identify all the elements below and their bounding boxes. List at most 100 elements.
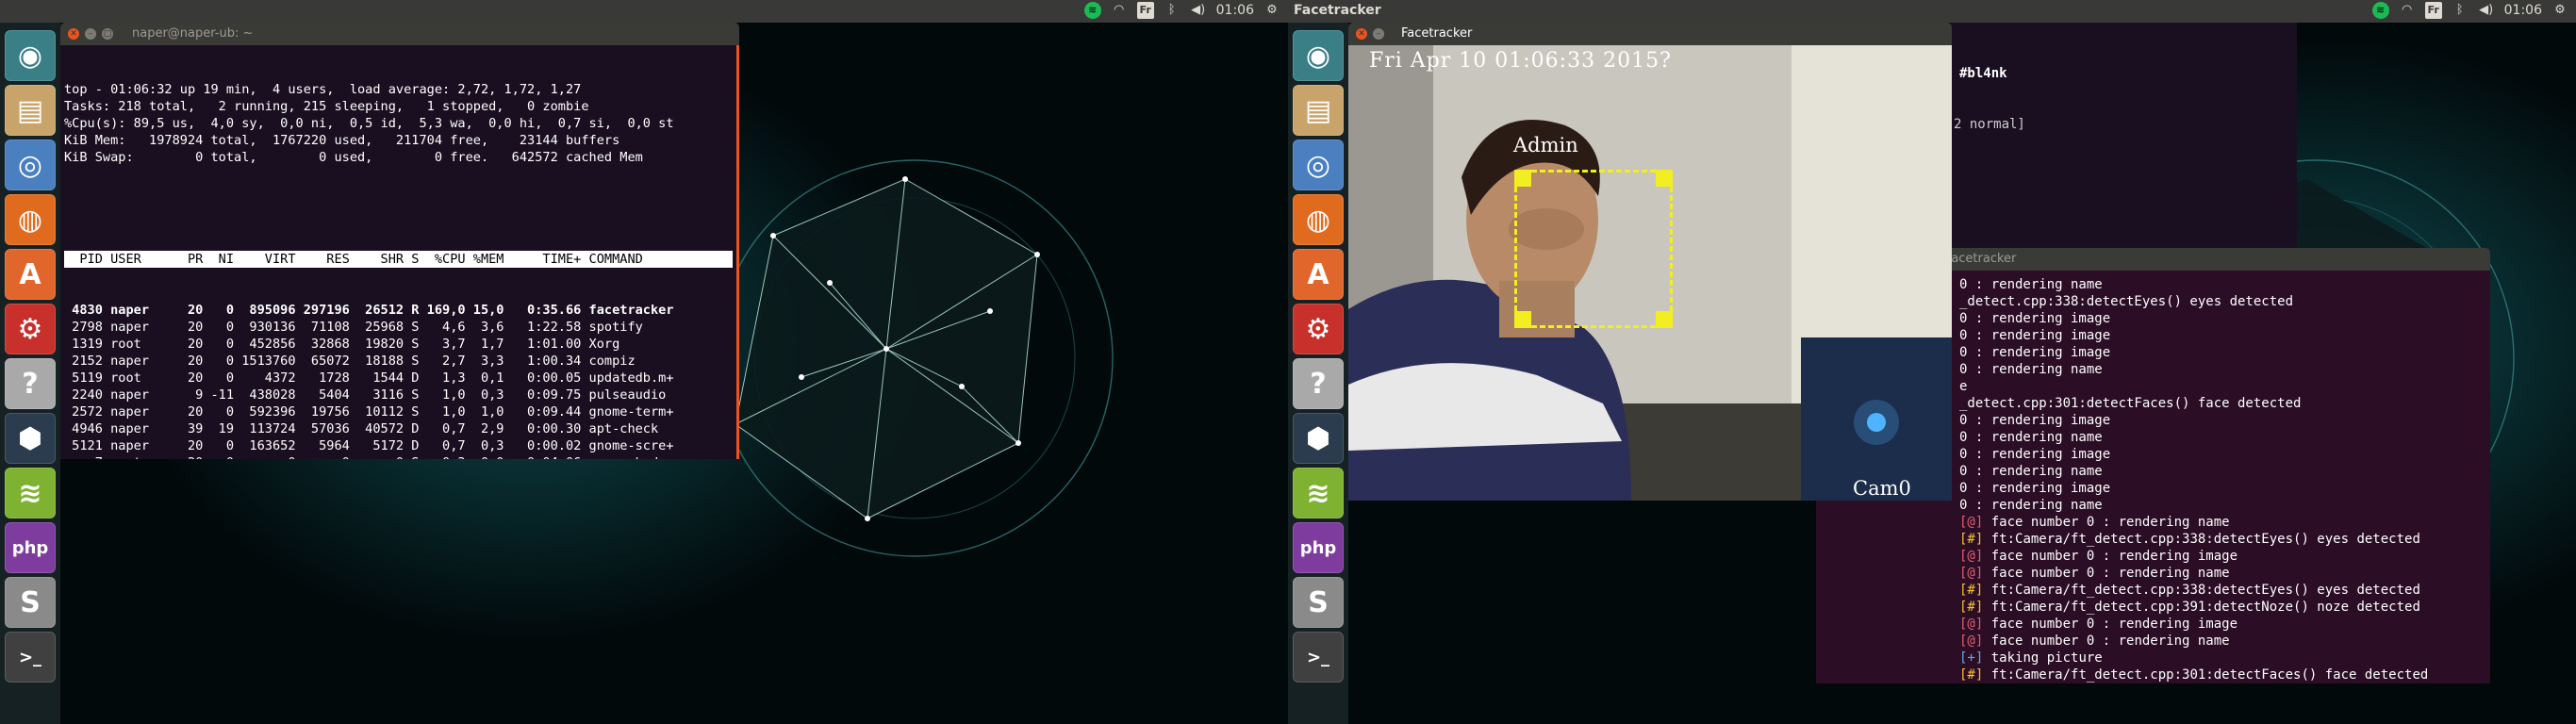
minimize-button-icon[interactable]: –	[1373, 28, 1384, 40]
log-text: face number 0 : rendering name	[1983, 515, 2230, 530]
log-line: [@] face number 0 : rendering name	[1959, 633, 2483, 650]
log-line: [@] face number 0 : rendering image	[1959, 616, 2483, 633]
log-text: _detect.cpp:301:detectFaces() face detec…	[1959, 396, 2302, 411]
top-panel: Facetracker ≋ ◠ Fr ᛒ ◀) 01:06 ⚙	[1288, 0, 2576, 23]
launcher-chromium-icon[interactable]: ◎	[5, 140, 56, 190]
log-text: 0 : rendering image	[1959, 328, 2111, 343]
unity-launcher: ◉ ▤ ◎ ◍ A ⚙? ⬢ ≋ php S >_	[1288, 23, 1348, 724]
volume-icon[interactable]: ◀)	[1190, 2, 1207, 19]
log-line: 0 : rendering name	[1959, 361, 2483, 378]
log-line: 0 : rendering image	[1959, 412, 2483, 429]
launcher-spotify-icon[interactable]: ≋	[5, 468, 56, 518]
launcher-phpstorm-icon[interactable]: php	[5, 522, 56, 573]
log-text: e	[1959, 379, 1968, 394]
launcher-terminal-icon[interactable]: >_	[5, 632, 56, 683]
launcher-files-icon[interactable]: ▤	[5, 85, 56, 136]
wifi-icon[interactable]: ◠	[1111, 2, 1128, 19]
log-prefix: [+]	[1959, 650, 1984, 666]
process-row: 5121 naper 20 0 163652 5964 5172 D 0,7 0…	[64, 438, 674, 453]
top-summary-line: %Cpu(s): 89,5 us, 4,0 sy, 0,0 ni, 0,5 id…	[64, 116, 674, 131]
spotify-icon[interactable]: ≋	[1083, 2, 1101, 19]
indicator-area: ≋ ◠ Fr ᛒ ◀) 01:06 ⚙	[2371, 2, 2568, 19]
facetracker-titlebar[interactable]: ✕ – Facetracker	[1348, 23, 1952, 45]
left-screen: ≋ ◠ Fr ᛒ ◀) 01:06 ⚙ ◉ ▤ ◎ ◍ A ⚙? ⬢ ≋ php S >_ ✕ – …	[0, 0, 1288, 724]
keyboard-layout-indicator[interactable]: Fr	[1136, 2, 1154, 19]
window-title: naper@naper-ub: ~	[132, 26, 254, 41]
process-row: 5119 root 20 0 4372 1728 1544 D 1,3 0,1 …	[64, 370, 674, 386]
launcher-firefox-icon[interactable]: ◍	[5, 194, 56, 245]
bluetooth-icon[interactable]: ᛒ	[1164, 2, 1181, 19]
close-button-icon[interactable]: ✕	[68, 28, 79, 40]
channel-tag: #bl4nk	[1959, 66, 2007, 81]
wifi-icon[interactable]: ◠	[2399, 2, 2416, 19]
unity-launcher: ◉ ▤ ◎ ◍ A ⚙? ⬢ ≋ php S >_	[0, 23, 60, 724]
log-text: face number 0 : rendering image	[1983, 549, 2238, 564]
launcher-system-settings-icon[interactable]: ⚙	[1293, 304, 1344, 354]
keyboard-layout-indicator[interactable]: Fr	[2424, 2, 2442, 19]
log-line: [+] taking picture	[1959, 650, 2483, 666]
minimize-button-icon[interactable]: –	[85, 28, 96, 40]
launcher-unknown-app-icon[interactable]: ?	[1293, 358, 1344, 409]
log-text: 0 : rendering name	[1959, 277, 2103, 292]
log-line: 0 : rendering name	[1959, 463, 2483, 480]
log-line: 0 : rendering image	[1959, 310, 2483, 327]
launcher-terminal-icon[interactable]: >_	[1293, 632, 1344, 683]
top-panel: ≋ ◠ Fr ᛒ ◀) 01:06 ⚙	[0, 0, 1288, 23]
log-text: ft:Camera/ft_detect.cpp:301:detectFaces(…	[1983, 667, 2429, 683]
spotify-icon[interactable]: ≋	[2371, 2, 2389, 19]
log-prefix: [#]	[1959, 532, 1984, 547]
bluetooth-icon[interactable]: ᛒ	[2452, 2, 2469, 19]
status-text: 2 normal]	[1954, 117, 2025, 132]
window-title: Facetracker	[1401, 26, 1473, 41]
launcher-firefox-icon[interactable]: ◍	[1293, 194, 1344, 245]
launcher-sublime-text-icon[interactable]: S	[1293, 577, 1344, 628]
launcher-spotify-icon[interactable]: ≋	[1293, 468, 1344, 518]
log-text: 0 : rendering image	[1959, 413, 2111, 428]
log-line: [#] ft:Camera/ft_detect.cpp:391:detectNo…	[1959, 599, 2483, 616]
log-text: 0 : rendering name	[1959, 362, 2103, 377]
launcher-sublime-text-icon[interactable]: S	[5, 577, 56, 628]
power-gear-icon[interactable]: ⚙	[2551, 2, 2568, 19]
clock[interactable]: 01:06	[2504, 3, 2542, 18]
log-text: ft:Camera/ft_detect.cpp:391:detectNoze()…	[1983, 600, 2420, 615]
log-line: _detect.cpp:338:detectEyes() eyes detect…	[1959, 293, 2483, 310]
terminal-titlebar[interactable]: ✕ – □ naper@naper-ub: ~	[60, 23, 739, 45]
log-text: 0 : rendering image	[1959, 345, 2111, 360]
launcher-unknown-app-icon[interactable]: ?	[5, 358, 56, 409]
log-text: face number 0 : rendering name	[1983, 634, 2230, 649]
launcher-steam-icon[interactable]: ⬢	[1293, 413, 1344, 464]
log-prefix: [@]	[1959, 515, 1984, 530]
face-name-label: Admin	[1513, 134, 1578, 156]
facetracker-window[interactable]: ✕ – Facetracker Fri Apr 10 01:06:33 2015…	[1348, 23, 1952, 501]
launcher-chromium-icon[interactable]: ◎	[1293, 140, 1344, 190]
top-output[interactable]: top - 01:06:32 up 19 min, 4 users, load …	[60, 45, 739, 459]
camera-feed[interactable]: Fri Apr 10 01:06:33 2015? Admin Cam0	[1348, 45, 1952, 501]
clock[interactable]: 01:06	[1216, 3, 1254, 18]
top-summary-line: Tasks: 218 total, 2 running, 215 sleepin…	[64, 99, 589, 114]
process-row: 1319 root 20 0 452856 32868 19820 S 3,7 …	[64, 337, 620, 352]
log-prefix: [@]	[1959, 566, 1984, 581]
process-row: 4946 naper 39 19 113724 57036 40572 D 0,…	[64, 421, 659, 436]
launcher-steam-icon[interactable]: ⬢	[5, 413, 56, 464]
launcher-software-center-icon[interactable]: A	[1293, 249, 1344, 300]
launcher-system-settings-icon[interactable]: ⚙	[5, 304, 56, 354]
log-line: 0 : rendering image	[1959, 327, 2483, 344]
launcher-dash-home-icon[interactable]: ◉	[1293, 30, 1344, 81]
log-prefix: [@]	[1959, 634, 1984, 649]
wallpaper-polyhedron	[679, 141, 1131, 575]
log-text: 0 : rendering name	[1959, 430, 2103, 445]
background-window[interactable]: #bl4nk 2 normal]	[1948, 23, 2297, 268]
box-corner	[1514, 311, 1531, 328]
launcher-files-icon[interactable]: ▤	[1293, 85, 1344, 136]
volume-icon[interactable]: ◀)	[2478, 2, 2495, 19]
top-summary-line: KiB Mem: 1978924 total, 1767220 used, 21…	[64, 133, 620, 148]
launcher-dash-home-icon[interactable]: ◉	[5, 30, 56, 81]
close-button-icon[interactable]: ✕	[1356, 28, 1367, 40]
launcher-phpstorm-icon[interactable]: php	[1293, 522, 1344, 573]
power-gear-icon[interactable]: ⚙	[1263, 2, 1280, 19]
top-terminal-window[interactable]: ✕ – □ naper@naper-ub: ~ top - 01:06:32 u…	[60, 23, 739, 459]
log-line: e	[1959, 378, 2483, 395]
log-line: 0 : rendering image	[1959, 344, 2483, 361]
maximize-button-icon[interactable]: □	[102, 28, 113, 40]
launcher-software-center-icon[interactable]: A	[5, 249, 56, 300]
